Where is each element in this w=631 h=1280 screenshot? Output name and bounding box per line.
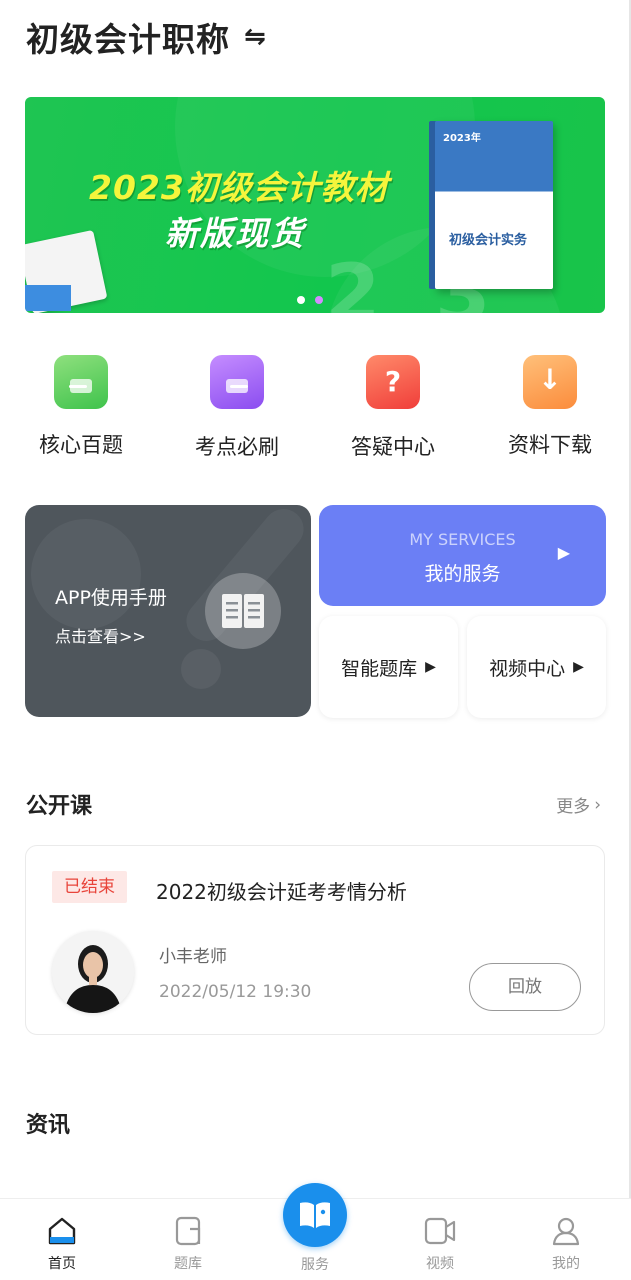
tab-label: 服务	[301, 1257, 329, 1273]
video-icon	[424, 1217, 456, 1245]
quick-link-must-practice[interactable]: 考点必刷	[177, 355, 297, 461]
download-icon: ↓	[523, 355, 577, 409]
chevron-right-icon: ›	[594, 794, 601, 815]
quick-link-downloads[interactable]: ↓ 资料下载	[490, 355, 610, 459]
play-arrow-icon: ▶	[425, 659, 436, 675]
banner-headline: 2023初级会计教材	[89, 168, 389, 207]
app-manual-card[interactable]: APP使用手册 点击查看>>	[25, 505, 311, 717]
switch-exam-icon[interactable]: ⇋	[244, 22, 266, 52]
status-badge: 已结束	[52, 871, 127, 903]
banner-pagination	[297, 296, 323, 304]
banner-decoration-number: 2	[325, 247, 381, 313]
replay-button[interactable]: 回放	[469, 963, 581, 1011]
card-decoration	[31, 519, 141, 629]
book-year: 2023年	[443, 133, 481, 144]
news-heading: 资讯	[26, 1113, 71, 1138]
page-header: 初级会计职称 ⇋	[26, 14, 266, 60]
video-center-card[interactable]: 视频中心 ▶	[467, 616, 606, 718]
manual-title: APP使用手册	[55, 587, 167, 609]
quick-link-label: 核心百题	[39, 433, 123, 457]
card-label: 智能题库	[341, 657, 418, 680]
avatar	[52, 931, 134, 1013]
tab-question-bank[interactable]: 题库	[143, 1215, 233, 1273]
book-icon	[205, 573, 281, 649]
quick-links: 核心百题 考点必刷 ? 答疑中心 ↓ 资料下载	[0, 355, 631, 465]
tab-home[interactable]: 首页	[17, 1215, 107, 1273]
quick-link-qa-center[interactable]: ? 答疑中心	[333, 355, 453, 461]
quick-link-label: 考点必刷	[195, 435, 279, 459]
promo-banner[interactable]: 2 3 2023初级会计教材 新版现货 2023年 初级会计实务	[25, 97, 605, 313]
more-link[interactable]: 更多 ›	[556, 792, 601, 818]
my-services-label: 我的服务	[424, 563, 501, 585]
smart-question-bank-card[interactable]: 智能题库 ▶	[319, 616, 458, 718]
card-icon	[54, 355, 108, 409]
card-decoration	[181, 649, 221, 689]
course-title: 2022初级会计延考考情分析	[156, 880, 407, 904]
quick-link-label: 答疑中心	[351, 435, 435, 459]
book-title: 初级会计实务	[449, 233, 528, 248]
textbook-illustration: 2023年 初级会计实务	[435, 121, 553, 289]
tab-services-button[interactable]	[283, 1183, 347, 1247]
my-services-card[interactable]: MY SERVICES 我的服务 ▶	[319, 505, 606, 606]
home-icon	[48, 1217, 76, 1245]
banner-dot-active[interactable]	[315, 296, 323, 304]
wallet-icon	[210, 355, 264, 409]
tab-video[interactable]: 视频	[395, 1215, 485, 1273]
notebook-illustration	[25, 285, 71, 311]
tab-mine[interactable]: 我的	[521, 1215, 611, 1273]
question-bank-icon	[175, 1216, 201, 1246]
quick-link-core-questions[interactable]: 核心百题	[21, 355, 141, 459]
tab-label: 题库	[174, 1256, 202, 1272]
banner-subline: 新版现货	[165, 214, 305, 253]
tab-label: 视频	[426, 1256, 454, 1272]
course-datetime: 2022/05/12 19:30	[159, 982, 312, 1002]
book-icon	[300, 1202, 330, 1228]
course-card[interactable]: 已结束 2022初级会计延考考情分析 小丰老师 2022/05/12 19:30…	[25, 845, 605, 1035]
play-arrow-icon: ▶	[557, 543, 570, 562]
quick-link-label: 资料下载	[508, 433, 592, 457]
question-icon: ?	[366, 355, 420, 409]
more-label: 更多	[556, 797, 591, 817]
open-course-heading: 公开课	[26, 794, 93, 819]
tab-label: 首页	[48, 1256, 76, 1272]
tab-label: 我的	[552, 1256, 580, 1272]
teacher-name: 小丰老师	[159, 947, 227, 967]
banner-dot[interactable]	[297, 296, 305, 304]
page-title[interactable]: 初级会计职称	[26, 13, 230, 61]
user-icon	[552, 1217, 580, 1246]
card-label: 视频中心	[489, 657, 566, 680]
play-arrow-icon: ▶	[573, 659, 584, 675]
manual-view-link[interactable]: 点击查看>>	[55, 623, 146, 647]
